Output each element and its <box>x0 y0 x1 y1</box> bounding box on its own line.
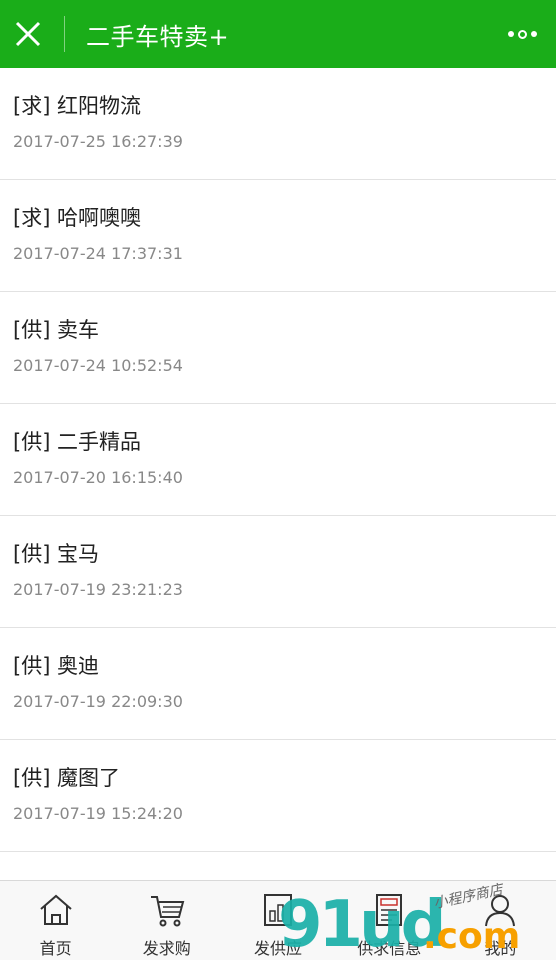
home-icon <box>39 894 72 925</box>
item-time: 2017-07-19 23:21:23 <box>13 580 183 599</box>
item-title: [供] 二手精品 <box>13 430 142 454</box>
cart-icon <box>150 896 185 927</box>
tab-label: 发求购 <box>142 939 191 958</box>
item-time: 2017-07-20 16:15:40 <box>13 468 183 487</box>
close-icon <box>15 21 41 47</box>
more-circle-icon <box>517 29 527 39</box>
info-icon <box>376 894 403 926</box>
tab-supply-demand-info[interactable]: 供求信息 <box>334 881 445 960</box>
tab-label: 发供应 <box>254 939 303 958</box>
more-button[interactable] <box>502 20 542 48</box>
item-time: 2017-07-25 16:27:39 <box>13 132 183 151</box>
more-dot-icon <box>530 31 537 37</box>
item-time: 2017-07-19 22:09:30 <box>13 692 183 711</box>
item-title: [供] 奥迪 <box>13 654 100 678</box>
tab-label: 我的 <box>484 939 517 958</box>
tab-bar: 首页 发求购 发供应 供求信息 我的 <box>0 880 556 960</box>
post-list: [求] 红阳物流 2017-07-25 16:27:39 [求] 哈啊噢噢 20… <box>0 68 556 880</box>
tab-label: 供求信息 <box>357 939 422 958</box>
list-item[interactable]: [求] 哈啊噢噢 2017-07-24 17:37:31 <box>0 180 556 292</box>
navigation-bar: 二手车特卖+ <box>0 0 556 68</box>
tab-buy-request[interactable]: 发求购 <box>111 881 222 960</box>
item-time: 2017-07-24 17:37:31 <box>13 244 183 263</box>
more-dot-icon <box>507 31 514 37</box>
item-title: [求] 哈啊噢噢 <box>13 206 142 230</box>
list-item[interactable]: [供] 二手精品 2017-07-20 16:15:40 <box>0 404 556 516</box>
item-title: [供] 卖车 <box>13 318 100 342</box>
close-button[interactable] <box>0 0 56 68</box>
supply-icon <box>264 894 292 926</box>
page-title: 二手车特卖+ <box>86 22 230 51</box>
list-item[interactable]: [供] 魔图了 2017-07-19 15:24:20 <box>0 740 556 852</box>
list-item[interactable]: [求] 红阳物流 2017-07-25 16:27:39 <box>0 68 556 180</box>
tab-label: 首页 <box>39 939 72 958</box>
tab-supply[interactable]: 发供应 <box>222 881 333 960</box>
list-item[interactable]: [供] 卖车 2017-07-24 10:52:54 <box>0 292 556 404</box>
nav-divider <box>64 16 65 52</box>
list-item[interactable] <box>0 852 556 880</box>
tab-mine[interactable]: 我的 <box>445 881 556 960</box>
user-icon <box>485 895 516 927</box>
item-time: 2017-07-19 15:24:20 <box>13 804 183 823</box>
item-time: 2017-07-24 10:52:54 <box>13 356 183 375</box>
list-item[interactable]: [供] 奥迪 2017-07-19 22:09:30 <box>0 628 556 740</box>
tab-home[interactable]: 首页 <box>0 881 111 960</box>
item-title: [求] 红阳物流 <box>13 94 142 118</box>
item-title: [供] 宝马 <box>13 542 100 566</box>
list-item[interactable]: [供] 宝马 2017-07-19 23:21:23 <box>0 516 556 628</box>
item-title: [供] 魔图了 <box>13 766 121 790</box>
